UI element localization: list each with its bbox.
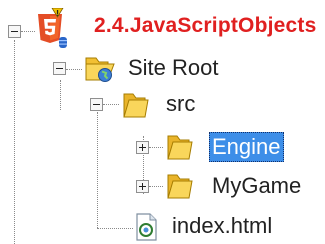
- tree-guide-line: [97, 112, 98, 228]
- tree-guide-line: [103, 104, 119, 105]
- folder-icon: [123, 93, 149, 118]
- tree-guide-line: [66, 69, 82, 70]
- tree-guide-line: [97, 228, 133, 229]
- expand-toggle[interactable]: [136, 141, 149, 154]
- tree-node-label: index.html: [172, 213, 273, 238]
- tree-guide-line: [149, 186, 163, 187]
- tree-node-label: Engine: [209, 132, 284, 162]
- tree-guide-line: [60, 80, 61, 110]
- project-tree: 2.4.JavaScriptObjects Site Root src Engi…: [0, 0, 325, 244]
- tree-guide-line: [21, 31, 35, 32]
- tree-node-label: src: [166, 91, 196, 116]
- tree-node-label: MyGame: [212, 173, 302, 198]
- collapse-toggle[interactable]: [8, 25, 21, 38]
- tree-node-label: Site Root: [128, 55, 219, 80]
- database-badge-icon: [59, 37, 67, 48]
- collapse-toggle[interactable]: [90, 98, 103, 111]
- html-file-icon: [136, 213, 157, 241]
- folder-icon: [167, 135, 193, 160]
- tree-guide-line: [149, 147, 163, 148]
- tree-guide-line: [14, 40, 15, 244]
- tree-node-label: 2.4.JavaScriptObjects: [94, 14, 317, 37]
- html5-project-icon: [38, 8, 67, 48]
- expand-toggle[interactable]: [136, 180, 149, 193]
- folder-icon: [167, 174, 193, 199]
- site-root-folder-icon: [85, 57, 115, 82]
- collapse-toggle[interactable]: [53, 62, 66, 75]
